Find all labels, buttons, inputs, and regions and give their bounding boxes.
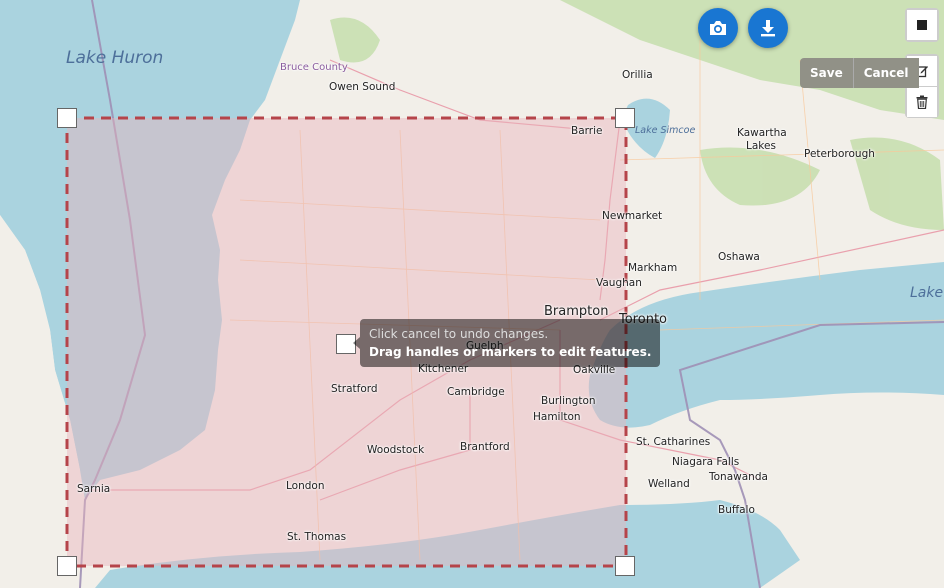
label-owen-sound: Owen Sound xyxy=(329,81,396,93)
label-lake-simcoe: Lake Simcoe xyxy=(635,125,696,136)
screenshot-button[interactable] xyxy=(698,8,738,48)
edit-actions: Save Cancel xyxy=(800,58,919,88)
label-st-catharines: St. Catharines xyxy=(636,436,711,448)
label-sarnia: Sarnia xyxy=(77,483,111,495)
label-vaughan: Vaughan xyxy=(596,277,642,289)
draw-toolbar xyxy=(905,8,939,42)
label-barrie: Barrie xyxy=(571,125,603,137)
label-markham: Markham xyxy=(628,262,678,274)
tooltip-text: Drag handles or markers to edit features… xyxy=(369,345,652,359)
label-stratford: Stratford xyxy=(331,383,378,395)
download-button[interactable] xyxy=(748,8,788,48)
label-oshawa: Oshawa xyxy=(718,251,760,263)
label-woodstock: Woodstock xyxy=(367,444,425,456)
label-tonawanda: Tonawanda xyxy=(709,471,768,483)
label-orillia: Orillia xyxy=(622,69,653,81)
label-niagara-falls: Niagara Falls xyxy=(672,456,740,468)
trash-icon xyxy=(916,95,928,109)
rectangle-handle-top-left[interactable] xyxy=(57,108,77,128)
label-burlington: Burlington xyxy=(541,395,596,407)
label-lake-east: Lake xyxy=(910,285,944,301)
label-kawartha: Kawartha xyxy=(737,127,787,139)
label-welland: Welland xyxy=(648,478,690,490)
label-bruce-county: Bruce County xyxy=(280,62,348,73)
label-hamilton: Hamilton xyxy=(533,411,581,423)
label-newmarket: Newmarket xyxy=(602,210,663,222)
label-st-thomas: St. Thomas xyxy=(287,531,347,543)
cancel-button[interactable]: Cancel xyxy=(852,58,919,88)
rectangle-handle-bottom-right[interactable] xyxy=(615,556,635,576)
save-button[interactable]: Save xyxy=(800,58,853,88)
rectangle-handle-bottom-left[interactable] xyxy=(57,556,77,576)
label-brampton: Brampton xyxy=(544,304,609,319)
edit-tooltip: Click cancel to undo changes. Drag handl… xyxy=(352,319,661,367)
label-cambridge: Cambridge xyxy=(447,386,505,398)
rectangle-handle-top-right[interactable] xyxy=(615,108,635,128)
label-lake-huron: Lake Huron xyxy=(66,48,164,68)
tooltip-subtext: Click cancel to undo changes. xyxy=(369,327,549,341)
square-icon xyxy=(917,20,927,30)
delete-layers-button[interactable] xyxy=(907,86,937,117)
label-lakes: Lakes xyxy=(746,140,776,152)
camera-icon xyxy=(710,21,726,35)
label-brantford: Brantford xyxy=(460,441,510,453)
map-canvas[interactable] xyxy=(0,0,944,588)
label-london: London xyxy=(286,480,325,492)
label-peterborough: Peterborough xyxy=(804,148,875,160)
label-buffalo: Buffalo xyxy=(718,504,755,516)
download-icon xyxy=(761,20,775,37)
draw-rectangle-button[interactable] xyxy=(907,10,937,40)
